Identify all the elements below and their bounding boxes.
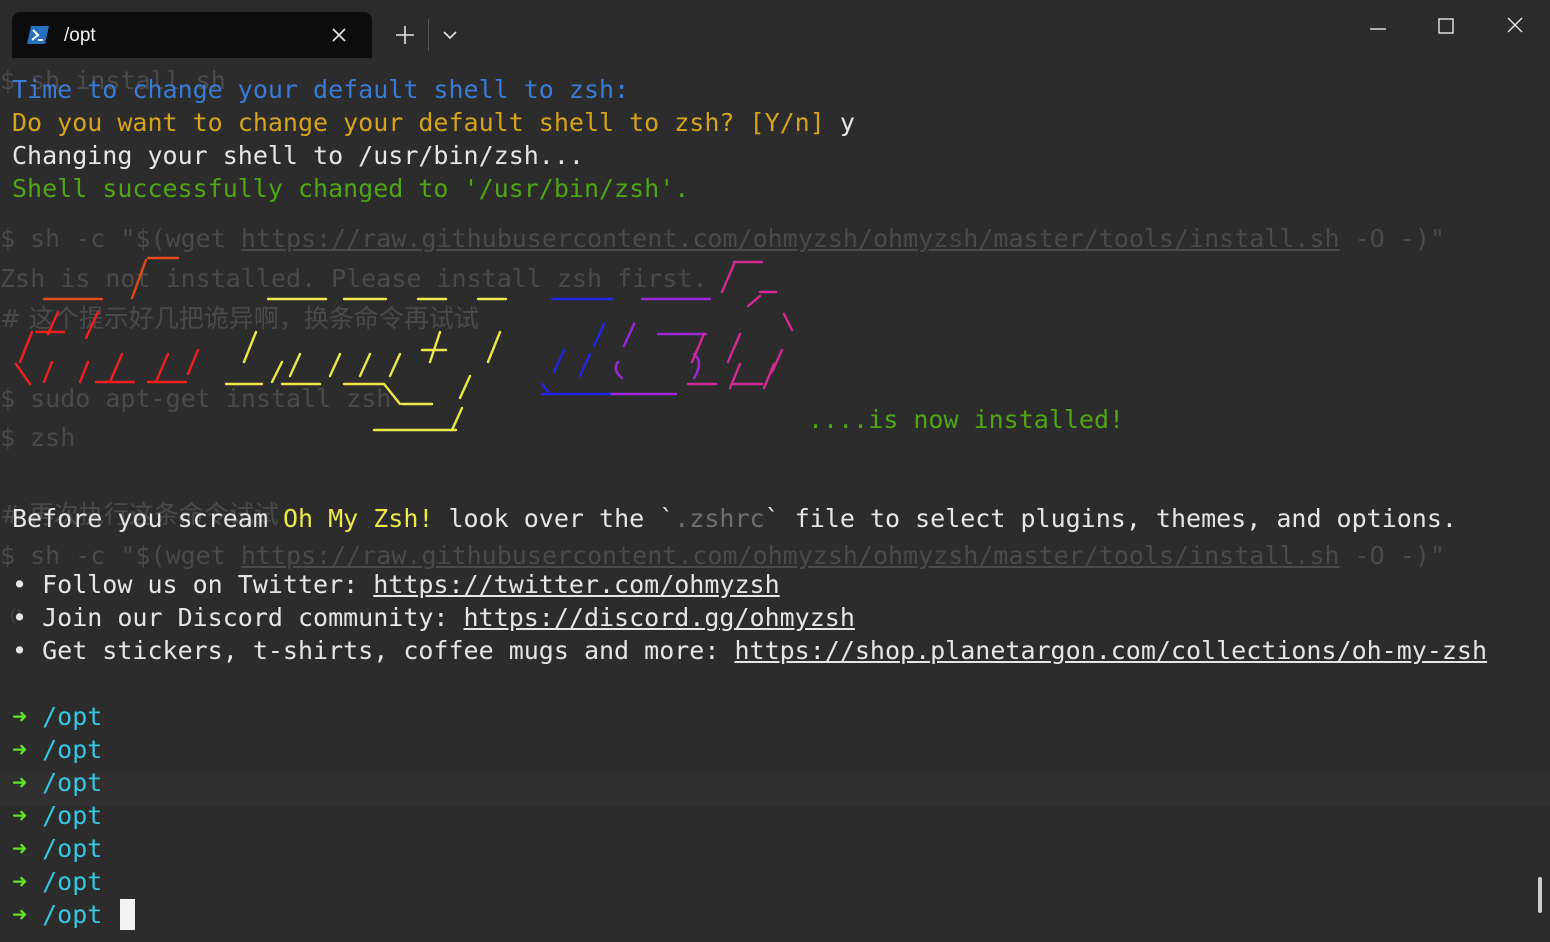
- prompt-line: ➜ /opt: [12, 735, 103, 764]
- powershell-icon: [27, 26, 49, 44]
- shell-changed-text: Shell successfully changed to '/usr/bin/…: [12, 174, 690, 203]
- terminal-pane[interactable]: $ sh install.sh $ sh -c "$(wget https://…: [0, 58, 1550, 942]
- close-window-icon[interactable]: [1505, 14, 1525, 34]
- prompt-line: ➜ /opt: [12, 768, 103, 797]
- time-to-change-text: Time to change your default shell to zsh…: [12, 75, 630, 104]
- prompt-arrow-icon: ➜: [12, 801, 28, 830]
- prompt-arrow-icon: ➜: [12, 900, 28, 929]
- prompt-arrow-icon: ➜: [12, 867, 28, 896]
- prompt-line: ➜ /opt: [12, 801, 103, 830]
- change-shell-prompt: Do you want to change your default shell…: [12, 108, 855, 137]
- prompt-arrow-icon: ➜: [12, 702, 28, 731]
- plus-icon[interactable]: [394, 24, 416, 46]
- text-cursor: [120, 899, 136, 930]
- changing-shell-text: Changing your shell to /usr/bin/zsh...: [12, 141, 584, 170]
- discord-line: • Join our Discord community: https://di…: [12, 603, 855, 632]
- close-icon[interactable]: [330, 26, 348, 44]
- twitter-link[interactable]: https://twitter.com/ohmyzsh: [373, 570, 779, 599]
- prompt-line: ➜ /opt: [12, 834, 103, 863]
- prompt-arrow-icon: ➜: [12, 768, 28, 797]
- row-highlight: [0, 773, 1550, 806]
- before-you-scream-text: Before you scream Oh My Zsh! look over t…: [12, 504, 1457, 533]
- ghost-line: $ sh -c "$(wget https://raw.githubuserco…: [0, 224, 1445, 253]
- scrollbar-thumb[interactable]: [1538, 877, 1542, 913]
- oh-my-zsh-logo: [14, 256, 794, 432]
- prompt-arrow-icon: ➜: [12, 834, 28, 863]
- tab-opt[interactable]: /opt: [12, 12, 372, 58]
- prompt-arrow-icon: ➜: [12, 735, 28, 764]
- minimize-icon[interactable]: [1368, 14, 1388, 34]
- installed-text: ....is now installed!: [808, 405, 1125, 434]
- tab-title: /opt: [64, 25, 96, 46]
- twitter-line: • Follow us on Twitter: https://twitter.…: [12, 570, 780, 599]
- tab-separator: [428, 19, 429, 51]
- maximize-icon[interactable]: [1436, 14, 1456, 34]
- chevron-down-icon[interactable]: [441, 28, 459, 42]
- title-bar: /opt: [0, 0, 1550, 58]
- shop-link[interactable]: https://shop.planetargon.com/collections…: [734, 636, 1487, 665]
- active-prompt-line[interactable]: ➜ /opt: [12, 898, 136, 931]
- prompt-line: ➜ /opt: [12, 702, 103, 731]
- shop-line: • Get stickers, t-shirts, coffee mugs an…: [12, 636, 1488, 665]
- discord-link[interactable]: https://discord.gg/ohmyzsh: [464, 603, 855, 632]
- prompt-line: ➜ /opt: [12, 867, 103, 896]
